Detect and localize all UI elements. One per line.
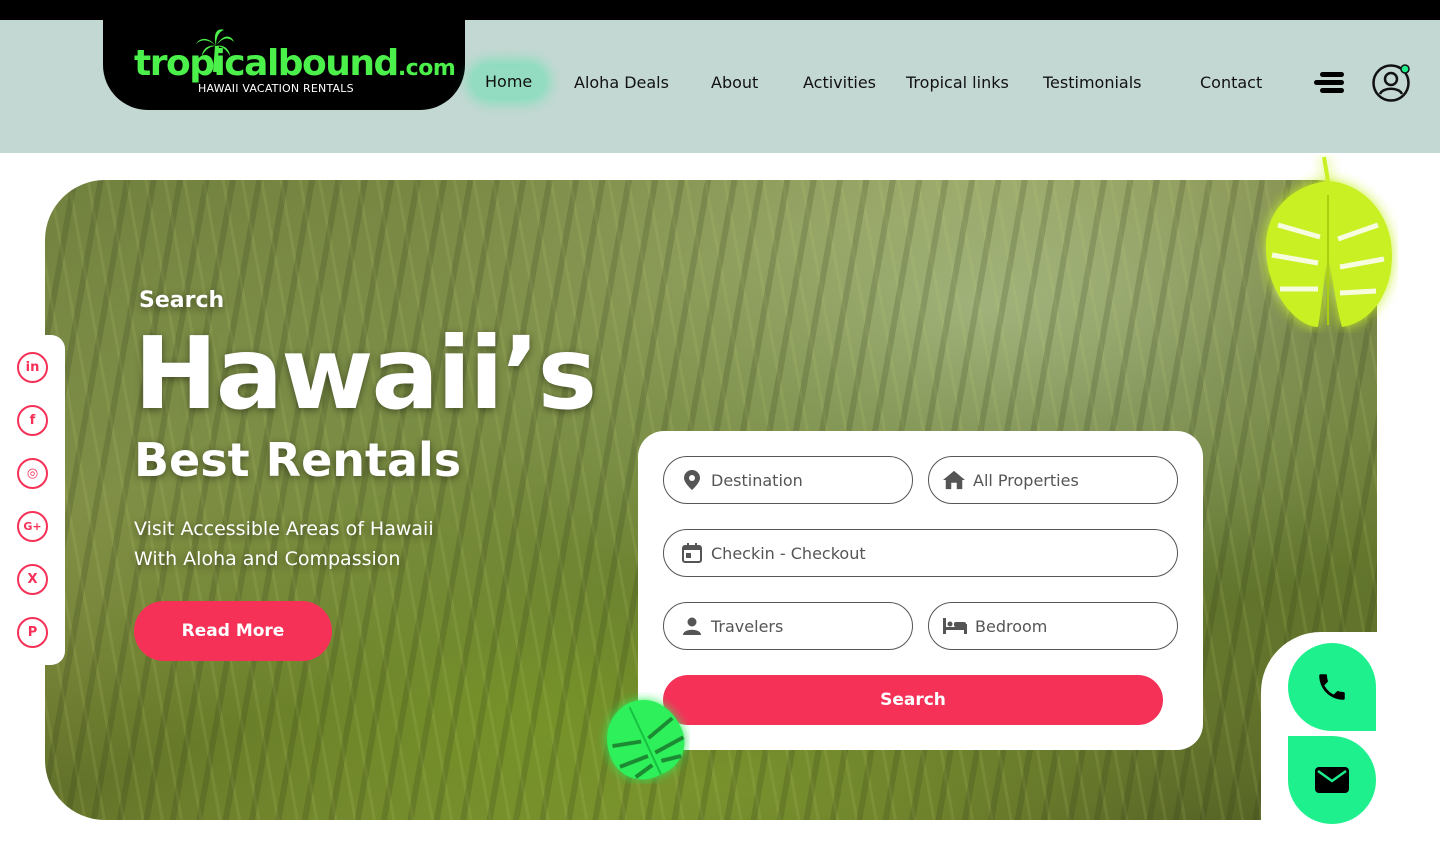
destination-field[interactable]: Destination (663, 456, 913, 504)
mail-icon (1315, 767, 1349, 793)
facebook-icon[interactable]: f (17, 405, 48, 436)
location-pin-icon (681, 469, 703, 491)
pinterest-icon[interactable]: P (17, 617, 48, 648)
top-black-bar (0, 0, 1440, 20)
nav-item-activities[interactable]: Activities (803, 73, 876, 92)
travelers-placeholder: Travelers (711, 616, 784, 636)
user-avatar-icon[interactable] (1371, 63, 1411, 103)
read-more-button[interactable]: Read More (134, 601, 332, 661)
x-twitter-icon[interactable]: X (17, 564, 48, 595)
logo-wordmark-text: tropicalbound (134, 43, 399, 84)
phone-icon (1319, 674, 1345, 700)
google-plus-icon[interactable]: G+ (17, 511, 48, 542)
hero-subtitle: Best Rentals (134, 433, 462, 487)
social-sidebar: in f ◎ G+ X P (0, 335, 65, 665)
nav-item-aloha-deals[interactable]: Aloha Deals (574, 73, 669, 92)
hero-tagline-line2: With Aloha and Compassion (134, 548, 401, 570)
nav-item-about[interactable]: About (711, 73, 758, 92)
bedroom-field[interactable]: Bedroom (928, 602, 1178, 650)
destination-placeholder: Destination (711, 470, 803, 490)
hero-tagline-line1: Visit Accessible Areas of Hawaii (134, 518, 434, 540)
bedroom-placeholder: Bedroom (975, 616, 1048, 636)
small-monstera-leaf-icon (607, 699, 685, 780)
logo-tagline: HAWAII VACATION RENTALS (198, 82, 354, 95)
logo-domain-suffix: .com (397, 56, 456, 81)
nav-item-testimonials[interactable]: Testimonials (1043, 73, 1142, 92)
nav-item-contact[interactable]: Contact (1200, 73, 1262, 92)
search-form: Destination All Properties Checkin - Che… (638, 431, 1203, 750)
dates-placeholder: Checkin - Checkout (711, 543, 866, 563)
nav-item-home[interactable]: Home (473, 66, 545, 97)
instagram-icon[interactable]: ◎ (17, 458, 48, 489)
travelers-field[interactable]: Travelers (663, 602, 913, 650)
phone-contact-button[interactable] (1288, 643, 1376, 731)
nav-item-tropical-links[interactable]: Tropical links (906, 73, 1009, 92)
hero-title: Hawaii’s (134, 315, 597, 432)
property-type-field[interactable]: All Properties (928, 456, 1178, 504)
property-type-placeholder: All Properties (973, 470, 1079, 490)
person-icon (681, 615, 703, 637)
monstera-leaf-icon (1265, 156, 1392, 327)
dates-field[interactable]: Checkin - Checkout (663, 529, 1178, 577)
calendar-icon (681, 542, 703, 564)
mail-contact-button[interactable] (1288, 736, 1376, 824)
search-button[interactable]: Search (663, 675, 1163, 725)
hamburger-icon[interactable] (1314, 72, 1344, 94)
home-icon (943, 469, 965, 491)
linkedin-icon[interactable]: in (17, 352, 48, 383)
hero-kicker: Search (139, 288, 225, 313)
site-logo[interactable]: tropicalbound.com HAWAII VACATION RENTAL… (134, 29, 456, 96)
hero-tagline: Visit Accessible Areas of Hawaii With Al… (134, 514, 434, 574)
bed-icon (943, 615, 967, 637)
